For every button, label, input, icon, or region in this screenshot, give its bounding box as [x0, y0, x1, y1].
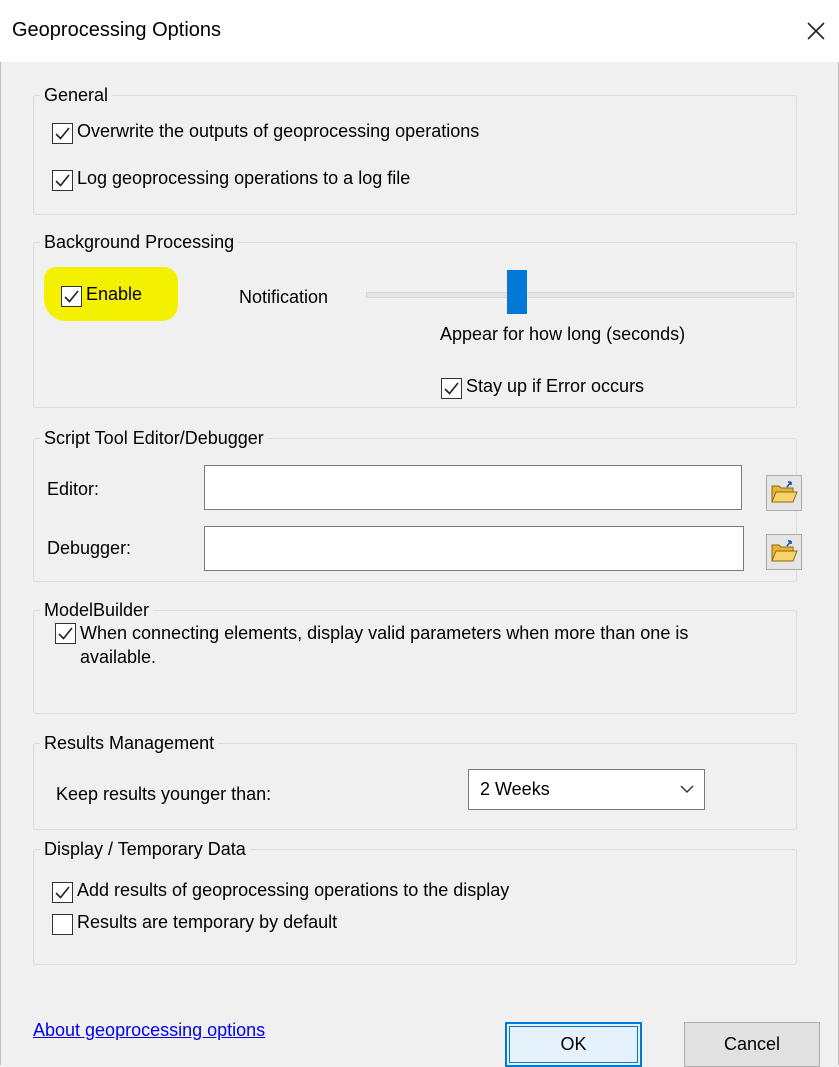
enable-label: Enable — [86, 284, 143, 304]
checkbox-box[interactable] — [55, 623, 76, 644]
close-icon — [807, 22, 825, 40]
log-operations-label: Log geoprocessing operations to a log fi… — [77, 168, 411, 188]
checkmark-icon — [55, 174, 70, 187]
notification-slider-track[interactable] — [366, 292, 794, 298]
results-temporary-checkbox[interactable]: Results are temporary by default — [52, 912, 337, 935]
log-operations-checkbox[interactable]: Log geoprocessing operations to a log fi… — [52, 168, 410, 191]
folder-open-icon — [771, 481, 798, 503]
checkmark-icon — [64, 290, 79, 303]
checkbox-box[interactable] — [61, 286, 82, 307]
add-results-label: Add results of geoprocessing operations … — [77, 880, 510, 900]
stay-up-on-error-checkbox[interactable]: Stay up if Error occurs — [441, 376, 644, 399]
close-button[interactable] — [796, 8, 836, 54]
checkbox-box[interactable] — [441, 378, 462, 399]
checkbox-box[interactable] — [52, 914, 73, 935]
slider-caption: Appear for how long (seconds) — [440, 324, 686, 344]
checkbox-box[interactable] — [52, 170, 73, 191]
valid-parameters-line2: available. — [80, 647, 157, 667]
keep-results-label: Keep results younger than: — [56, 784, 272, 804]
modelbuilder-legend: ModelBuilder — [40, 597, 154, 623]
editor-browse-button[interactable] — [766, 475, 802, 511]
window-frame-left — [0, 62, 1, 1065]
dialog-title: Geoprocessing Options — [12, 19, 222, 41]
script-tool-legend: Script Tool Editor/Debugger — [40, 425, 268, 451]
background-processing-legend: Background Processing — [40, 229, 239, 255]
checkmark-icon — [58, 627, 73, 640]
keep-results-dropdown[interactable]: 2 Weeks — [468, 769, 705, 810]
results-temporary-label: Results are temporary by default — [77, 912, 338, 932]
overwrite-outputs-checkbox[interactable]: Overwrite the outputs of geoprocessing o… — [52, 121, 479, 144]
valid-parameters-line1: When connecting elements, display valid … — [80, 623, 689, 643]
notification-slider-thumb[interactable] — [507, 270, 527, 314]
display-temporary-group: Display / Temporary Data — [33, 836, 797, 965]
valid-parameters-checkbox[interactable]: When connecting elements, display valid … — [55, 621, 688, 669]
keep-results-value: 2 Weeks — [480, 779, 550, 799]
about-geoprocessing-link[interactable]: About geoprocessing options — [33, 1020, 265, 1041]
ok-button[interactable]: OK — [505, 1022, 642, 1067]
debugger-label: Debugger: — [47, 538, 132, 558]
checkmark-icon — [55, 886, 70, 899]
editor-label: Editor: — [47, 479, 100, 499]
checkmark-icon — [444, 382, 459, 395]
general-group: General — [33, 82, 797, 215]
add-results-checkbox[interactable]: Add results of geoprocessing operations … — [52, 880, 509, 903]
checkmark-icon — [55, 127, 70, 140]
notification-label: Notification — [239, 287, 329, 307]
ok-label: OK — [560, 1034, 587, 1054]
chevron-down-icon — [680, 785, 694, 793]
cancel-label: Cancel — [723, 1034, 781, 1054]
editor-input[interactable] — [204, 465, 742, 510]
debugger-browse-button[interactable] — [766, 534, 802, 570]
title-bar: Geoprocessing Options — [0, 0, 839, 62]
enable-background-checkbox[interactable]: Enable — [61, 284, 142, 307]
stay-up-label: Stay up if Error occurs — [466, 376, 645, 396]
general-legend: General — [40, 82, 113, 108]
checkbox-box[interactable] — [52, 882, 73, 903]
debugger-input[interactable] — [204, 526, 744, 571]
results-management-legend: Results Management — [40, 730, 219, 756]
checkbox-box[interactable] — [52, 123, 73, 144]
overwrite-outputs-label: Overwrite the outputs of geoprocessing o… — [77, 121, 480, 141]
folder-open-icon — [771, 540, 798, 562]
display-temporary-legend: Display / Temporary Data — [40, 836, 250, 862]
cancel-button[interactable]: Cancel — [684, 1022, 820, 1067]
valid-parameters-label: When connecting elements, display valid … — [80, 621, 688, 669]
